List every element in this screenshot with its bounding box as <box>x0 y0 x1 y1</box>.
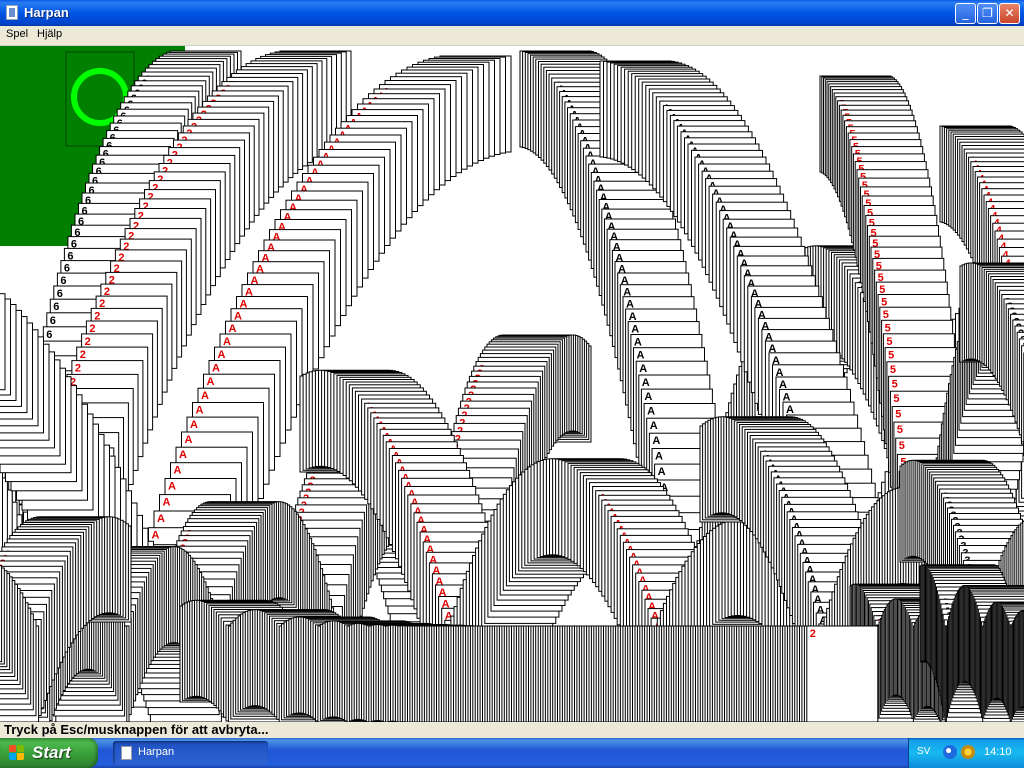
menu-item-hjalp[interactable]: Hjälp <box>37 28 62 40</box>
card-rank-label: A <box>647 406 655 418</box>
card-rank-label: 5 <box>886 336 892 348</box>
card-rank-label: A <box>163 497 171 509</box>
taskbar-item-label: Harpan <box>138 746 175 758</box>
card-rank-label: 6 <box>53 301 59 313</box>
app-icon <box>6 5 18 20</box>
card-rank-label: A <box>639 363 647 375</box>
card-rank-label: A <box>157 513 165 525</box>
card-trails-canvas: 6666666666666666666666666666666666666666… <box>0 46 1024 722</box>
card-rank-label: 6 <box>60 275 66 287</box>
card-rank-label: 5 <box>897 424 903 436</box>
card-rank-label: 5 <box>892 378 898 390</box>
card-rank-label: A <box>658 466 666 478</box>
card-rank-label: 2 <box>75 363 81 375</box>
start-button[interactable]: Start <box>0 738 98 768</box>
window-title: Harpan <box>24 5 69 20</box>
card-rank-label: 5 <box>885 322 891 334</box>
card-rank-label: A <box>185 434 193 446</box>
card-rank-label: 6 <box>46 329 52 341</box>
card-rank-label: A <box>168 481 176 493</box>
card-rank-label: 2 <box>80 349 86 361</box>
minimize-button[interactable]: _ <box>955 3 976 24</box>
menu-bar: Spel Hjälp <box>0 26 1024 46</box>
close-button[interactable]: ✕ <box>999 3 1020 24</box>
title-bar[interactable]: Harpan _ ❐ ✕ <box>0 0 1024 26</box>
card-rank-label: A <box>637 350 645 362</box>
card-rank-label: A <box>179 449 187 461</box>
card-rank-label: 5 <box>895 409 901 421</box>
card-rank-label: 6 <box>50 315 56 327</box>
card-trail-frame <box>0 565 3 663</box>
network-globe-icon[interactable] <box>961 745 975 759</box>
card-rank-label: A <box>644 391 652 403</box>
card-rank-label: A <box>190 419 198 431</box>
language-bar-icon[interactable] <box>943 745 957 759</box>
maximize-button[interactable]: ❐ <box>977 3 998 24</box>
card-rank-label: A <box>229 323 237 335</box>
card-rank-label: A <box>201 390 209 402</box>
bouncing-card-trails: 6666666666666666666666666666666666666666… <box>0 50 1024 722</box>
card-rank-label: A <box>152 530 160 542</box>
status-text: Tryck på Esc/musknappen för att avbryta.… <box>4 722 269 737</box>
card-rank-label: 2 <box>85 336 91 348</box>
language-indicator[interactable]: SV <box>917 746 930 757</box>
card-rank-label: 2 <box>810 628 816 640</box>
card-rank-label: A <box>207 376 215 388</box>
restore-icon: ❐ <box>982 6 993 20</box>
card-trail-frame <box>806 625 879 722</box>
card-rank-label: A <box>212 363 220 375</box>
card-rank-label: A <box>655 451 663 463</box>
card-rank-label: A <box>174 465 182 477</box>
card-rank-label: 6 <box>57 288 63 300</box>
menu-item-spel[interactable]: Spel <box>6 28 28 40</box>
start-label: Start <box>32 743 71 762</box>
card-rank-label: 2 <box>89 323 95 335</box>
minimize-icon: _ <box>962 6 969 20</box>
card-rank-label: 5 <box>890 364 896 376</box>
card-trail-frame <box>0 293 6 391</box>
card-rank-label: A <box>218 349 226 361</box>
card-rank-label: 5 <box>888 350 894 362</box>
card-rank-label: A <box>642 377 650 389</box>
card-rank-label: A <box>786 404 794 416</box>
clock: 14:10 <box>984 746 1012 758</box>
card-rank-label: 5 <box>899 440 905 452</box>
system-tray: SV 14:10 <box>908 738 1024 768</box>
app-icon <box>121 746 132 760</box>
card-rank-label: 5 <box>883 309 889 321</box>
card-rank-label: A <box>631 324 639 336</box>
taskbar: Start Harpan SV 14:10 <box>0 738 1024 768</box>
taskbar-item-harpan[interactable]: Harpan <box>113 741 268 765</box>
card-rank-label: A <box>650 420 658 432</box>
card-rank-label: A <box>196 405 204 417</box>
status-bar: Tryck på Esc/musknappen för att avbryta.… <box>0 722 1024 738</box>
card-rank-label: A <box>652 435 660 447</box>
card-rank-label: 5 <box>893 393 899 405</box>
card-rank-label: A <box>223 336 231 348</box>
close-icon: ✕ <box>1004 6 1015 20</box>
card-rank-label: A <box>634 337 642 349</box>
windows-logo-icon <box>9 745 25 761</box>
game-board[interactable]: 6666666666666666666666666666666666666666… <box>0 46 1024 722</box>
